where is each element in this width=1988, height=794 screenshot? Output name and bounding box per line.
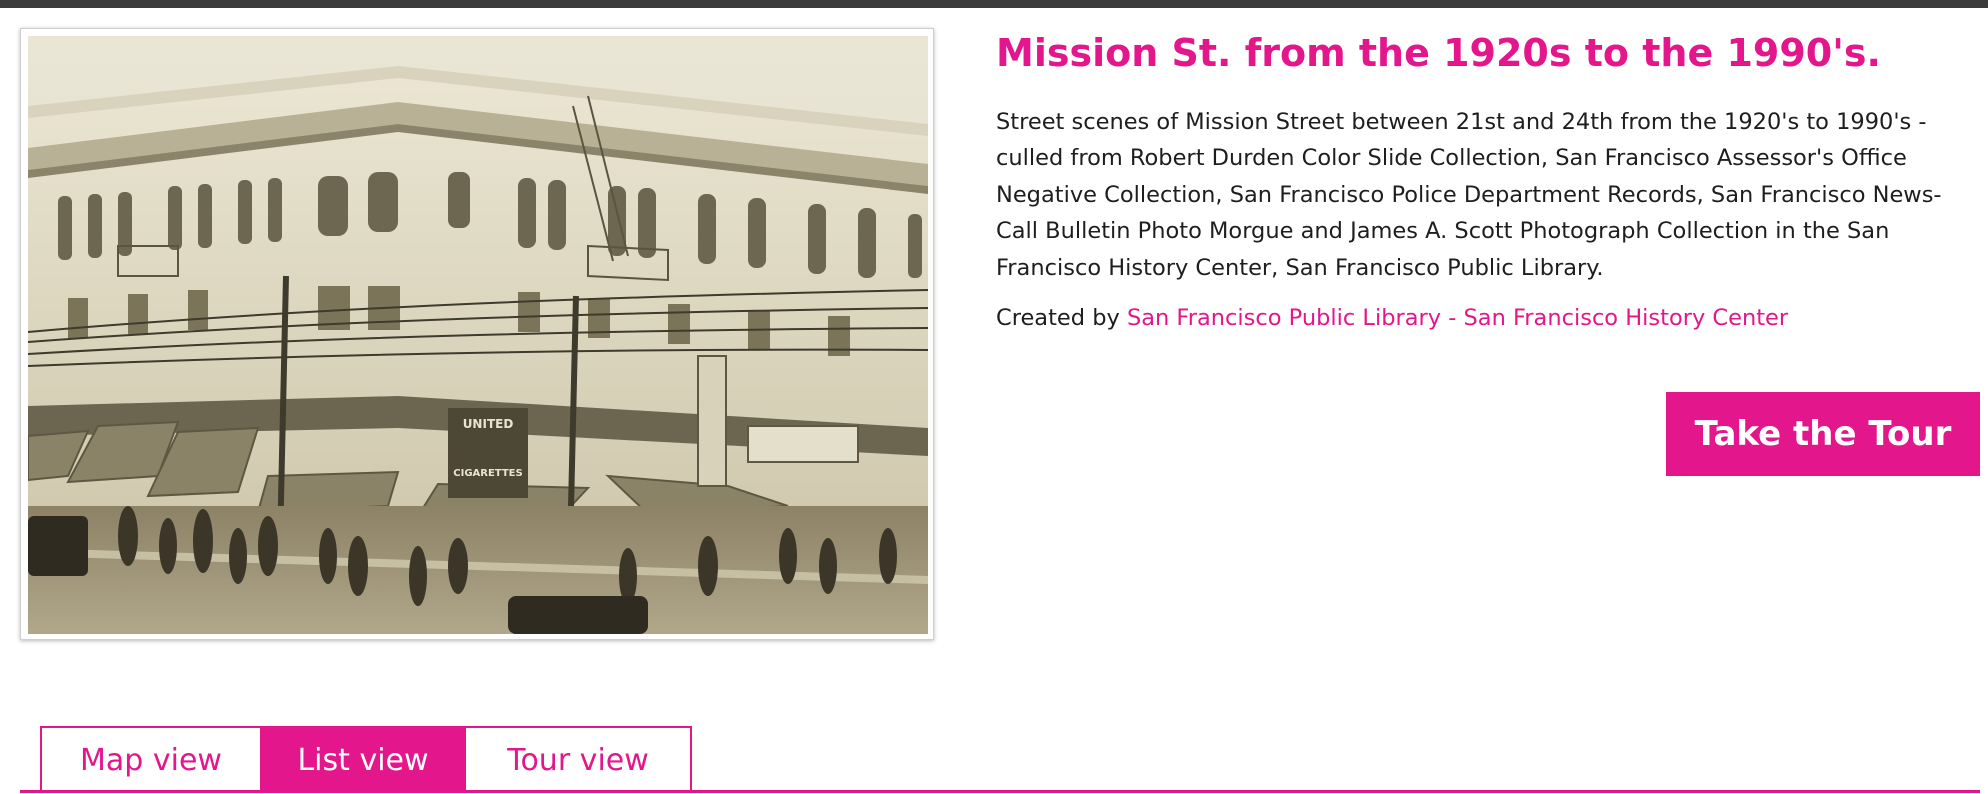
- photo-sign-united: UNITED: [463, 417, 514, 431]
- tab-map-view[interactable]: Map view: [40, 726, 262, 793]
- tab-tour-view[interactable]: Tour view: [466, 726, 692, 793]
- tabs-underline: [20, 790, 1980, 793]
- view-tabs: Map view List view Tour view: [40, 726, 692, 793]
- photo-sign-cigarettes: CIGARETTES: [453, 468, 522, 479]
- tour-photo[interactable]: UNITED CIGARETTES: [28, 36, 928, 634]
- tour-description: Street scenes of Mission Street between …: [996, 109, 1942, 281]
- top-bar: [0, 0, 1988, 8]
- historic-street-photo: UNITED CIGARETTES: [28, 36, 928, 634]
- creator-link[interactable]: San Francisco Public Library - San Franc…: [1127, 305, 1788, 331]
- tour-photo-frame: UNITED CIGARETTES: [20, 28, 934, 640]
- tab-list-view[interactable]: List view: [262, 726, 466, 793]
- tour-attribution: Created by San Francisco Public Library …: [996, 300, 1962, 336]
- tour-title: Mission St. from the 1920s to the 1990's…: [996, 31, 1881, 75]
- take-the-tour-button[interactable]: Take the Tour: [1666, 392, 1980, 476]
- created-by-label: Created by: [996, 305, 1120, 331]
